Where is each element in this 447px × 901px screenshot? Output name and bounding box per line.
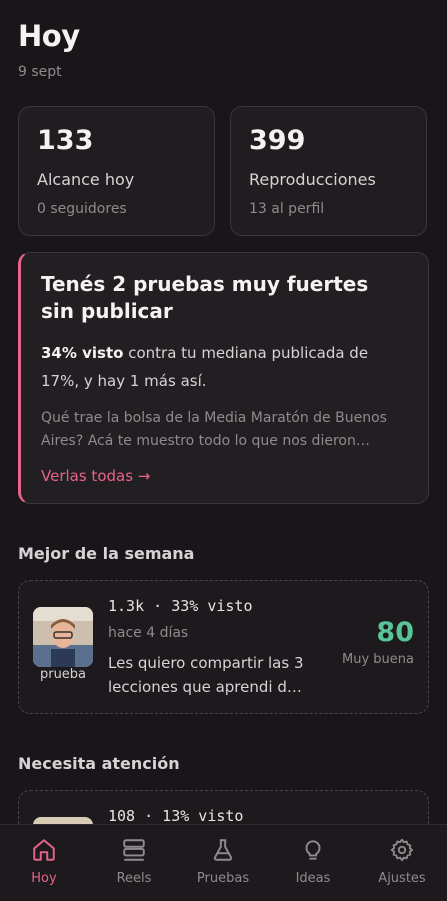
- page-date: 9 sept: [18, 64, 62, 80]
- nav-item-ideas[interactable]: Ideas: [273, 835, 353, 886]
- alert-preview: Qué trae la bolsa de la Media Maratón de…: [41, 410, 387, 449]
- bottom-nav: Hoy Reels Pruebas Ideas Ajustes: [0, 824, 447, 901]
- score-box: 80 Muy buena: [342, 617, 414, 667]
- section-title-best: Mejor de la semana: [18, 544, 195, 563]
- nav-label: Pruebas: [196, 871, 250, 886]
- stat-card-plays[interactable]: 399 Reproducciones 13 al perfil: [230, 106, 427, 236]
- strong-tests-alert[interactable]: Tenés 2 pruebas muy fuertes sin publicar…: [18, 252, 429, 504]
- reel-stats: 1.3k · 33% visto: [108, 597, 253, 615]
- gear-icon: [390, 838, 414, 862]
- score-value: 80: [376, 617, 414, 648]
- lightbulb-icon: [305, 840, 321, 860]
- page-header: Hoy 9 sept: [18, 18, 80, 80]
- person-thumbnail-icon: [33, 607, 93, 667]
- alert-highlight: 34% visto: [41, 344, 124, 362]
- stat-sub: 13 al perfil: [249, 201, 325, 217]
- today-screen: Hoy 9 sept 133 Alcance hoy 0 seguidores …: [0, 0, 447, 824]
- nav-item-pruebas[interactable]: Pruebas: [183, 835, 263, 886]
- nav-label: Ajustes: [378, 871, 426, 886]
- see-all-link[interactable]: Verlas todas →: [41, 467, 408, 485]
- reel-thumbnail: [33, 817, 93, 824]
- attention-reel-card[interactable]: 108 · 13% visto: [18, 790, 429, 824]
- nav-label: Hoy: [31, 871, 57, 886]
- nav-item-hoy[interactable]: Hoy: [4, 835, 84, 886]
- nav-item-reels[interactable]: Reels: [94, 835, 174, 886]
- stat-label: Reproducciones: [249, 170, 376, 189]
- reel-thumbnail: [33, 607, 93, 667]
- stack-icon: [123, 839, 145, 861]
- nav-label: Reels: [116, 871, 152, 886]
- stat-sub: 0 seguidores: [37, 201, 127, 217]
- reel-stats: 108 · 13% visto: [108, 807, 244, 824]
- stat-value: 133: [37, 125, 94, 156]
- reel-age: hace 4 días: [108, 625, 189, 641]
- home-icon: [33, 839, 55, 861]
- nav-item-ajustes[interactable]: Ajustes: [362, 835, 442, 886]
- page-title: Hoy: [18, 19, 80, 53]
- flask-icon: [213, 839, 233, 861]
- best-reel-card[interactable]: prueba 1.3k · 33% visto hace 4 días Les …: [18, 580, 429, 714]
- alert-title: Tenés 2 pruebas muy fuertes sin publicar: [41, 272, 369, 323]
- stat-value: 399: [249, 125, 306, 156]
- score-label: Muy buena: [342, 652, 414, 667]
- stat-card-reach[interactable]: 133 Alcance hoy 0 seguidores: [18, 106, 215, 236]
- reel-caption: Les quiero compartir las 3 lecciones que…: [108, 654, 304, 696]
- section-title-attention: Necesita atención: [18, 754, 180, 773]
- alert-body: 34% visto contra tu mediana publicada de…: [41, 339, 408, 395]
- thumbnail-label: prueba: [39, 667, 87, 682]
- nav-label: Ideas: [295, 871, 331, 886]
- stat-label: Alcance hoy: [37, 170, 135, 189]
